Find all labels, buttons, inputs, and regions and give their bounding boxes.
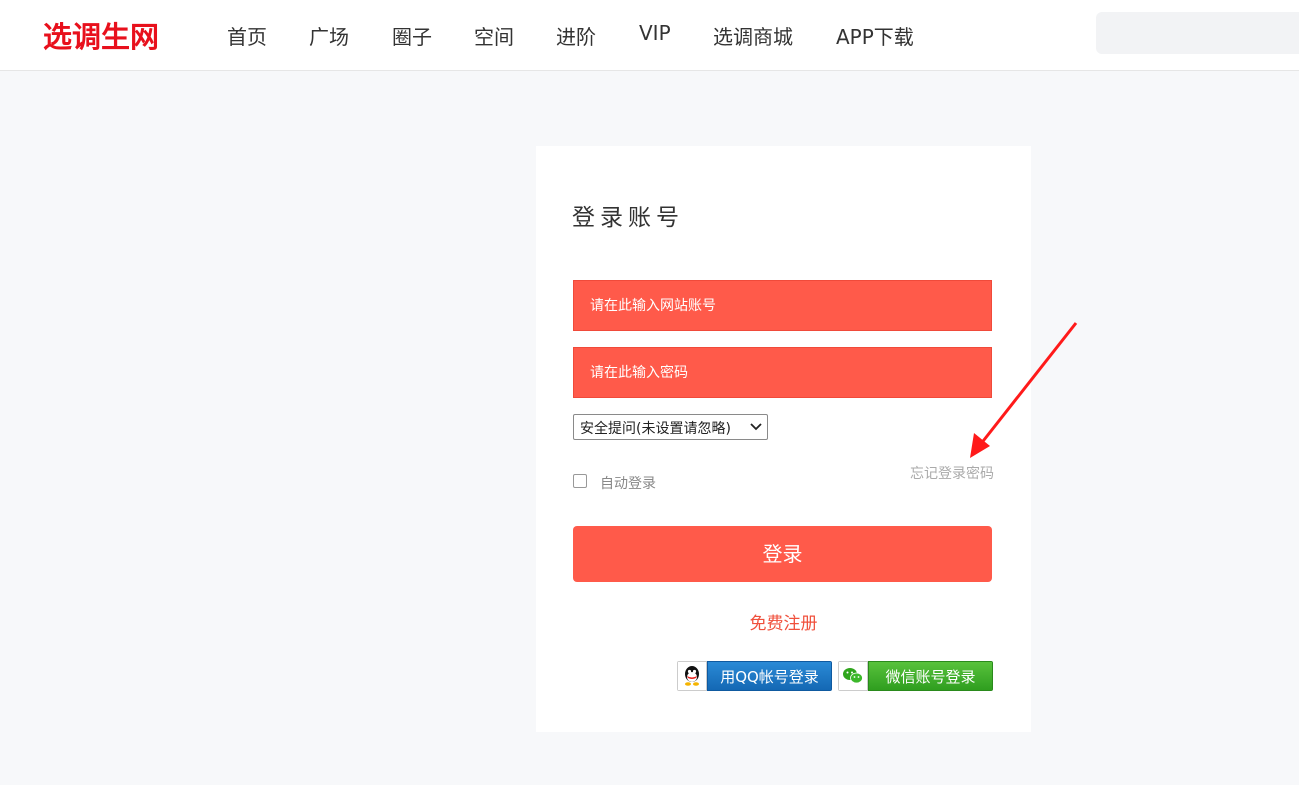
annotation-arrow-icon — [970, 322, 1078, 458]
